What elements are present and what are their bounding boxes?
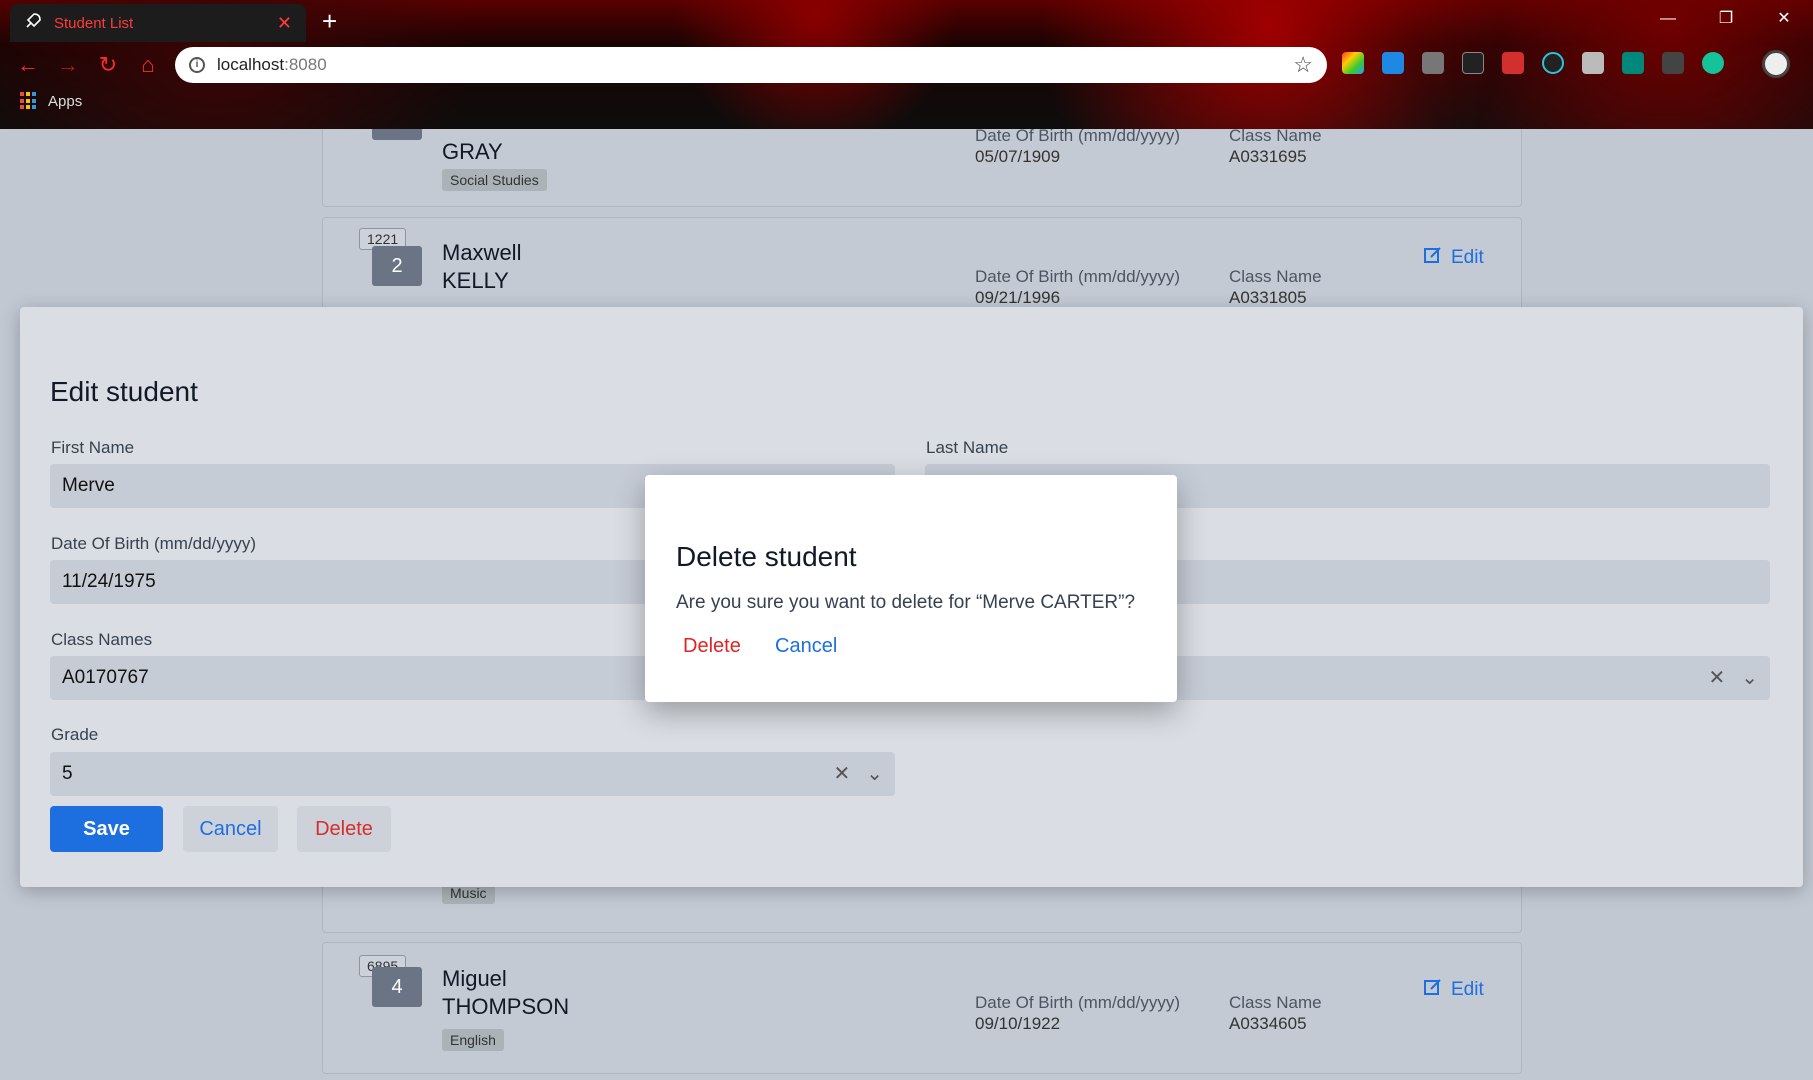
class-names-label: Class Names <box>51 630 153 649</box>
edit-button[interactable]: Edit <box>1423 245 1484 271</box>
address-bar[interactable]: i localhost:8080 ☆ <box>175 47 1327 83</box>
class-field: Class Name A0331805 <box>1229 267 1322 307</box>
student-first-name: Maxwell <box>442 240 522 265</box>
translate-extension-icon[interactable] <box>1582 52 1604 74</box>
modal-title: Edit student <box>50 376 198 407</box>
delete-button[interactable]: Delete <box>297 806 391 852</box>
save-button[interactable]: Save <box>50 806 163 852</box>
student-card: GRAY Social Studies Date Of Birth (mm/dd… <box>322 129 1522 207</box>
student-last-name: GRAY <box>442 139 503 164</box>
edit-button[interactable]: Edit <box>1423 977 1484 1003</box>
student-card: 6895 4 Miguel THOMPSON English Date Of B… <box>322 942 1522 1074</box>
confirm-delete-button[interactable]: Delete <box>683 635 741 658</box>
bookmarks-bar: Apps <box>20 92 82 110</box>
new-tab-icon[interactable]: + <box>322 6 337 37</box>
info-icon[interactable]: i <box>189 57 205 73</box>
subject-badge: English <box>442 1029 504 1051</box>
omega-extension-icon[interactable] <box>1462 52 1484 74</box>
tab-close-icon[interactable]: ✕ <box>277 13 292 34</box>
browser-tab[interactable]: Student List ✕ <box>10 4 306 42</box>
color-extension-icon[interactable] <box>1342 52 1364 74</box>
bag-extension-icon[interactable] <box>1662 52 1684 74</box>
url-text[interactable]: localhost:8080 <box>217 55 1281 75</box>
arrow-extension-icon[interactable] <box>1502 52 1524 74</box>
dob-label: Date Of Birth (mm/dd/yyyy) <box>51 534 256 553</box>
edit-icon <box>1423 245 1443 271</box>
minimize-icon[interactable]: — <box>1639 0 1697 38</box>
chevron-down-icon[interactable]: ⌄ <box>866 752 883 796</box>
clear-icon[interactable]: ✕ <box>833 752 850 796</box>
react-extension-icon[interactable] <box>1542 52 1564 74</box>
clear-icon[interactable]: ✕ <box>1708 656 1725 700</box>
student-number-badge <box>372 129 422 140</box>
student-first-name: Miguel <box>442 966 507 991</box>
grade-select[interactable]: 5 ✕ ⌄ <box>50 752 895 796</box>
window-close-icon[interactable]: ✕ <box>1755 0 1813 38</box>
confirm-message: Are you sure you want to delete for “Mer… <box>676 592 1136 613</box>
student-last-name: THOMPSON <box>442 994 570 1019</box>
dob-field: Date Of Birth (mm/dd/yyyy) 09/10/1922 <box>975 993 1180 1033</box>
reload-icon[interactable]: ↻ <box>88 52 128 78</box>
delete-confirm-modal: Delete student Are you sure you want to … <box>645 475 1177 702</box>
home-icon[interactable]: ⌂ <box>128 52 168 78</box>
apps-bookmark[interactable]: Apps <box>48 93 82 110</box>
back-icon[interactable]: ← <box>8 52 48 78</box>
student-number-badge: 4 <box>372 967 422 1007</box>
class-field: Class Name A0334605 <box>1229 993 1322 1033</box>
confirm-title: Delete student <box>676 541 857 572</box>
restore-icon[interactable]: ❐ <box>1697 0 1755 38</box>
apps-grid-icon[interactable] <box>20 92 38 110</box>
class-field: Class Name A0331695 <box>1229 129 1322 166</box>
bookmark-star-icon[interactable]: ☆ <box>1293 52 1313 78</box>
browser-toolbar: ← → ↻ ⌂ i localhost:8080 ☆ <box>0 44 1813 86</box>
last-name-label: Last Name <box>926 438 1009 457</box>
dob-field: Date Of Birth (mm/dd/yyyy) 09/21/1996 <box>975 267 1180 307</box>
first-name-label: First Name <box>51 438 135 457</box>
student-card: 1221 2 Maxwell KELLY Date Of Birth (mm/d… <box>322 217 1522 317</box>
profile-avatar[interactable] <box>1762 50 1790 78</box>
s-extension-icon[interactable] <box>1622 52 1644 74</box>
chevron-down-icon[interactable]: ⌄ <box>1741 656 1758 700</box>
tab-title: Student List <box>54 14 134 32</box>
forward-icon[interactable]: → <box>48 52 88 78</box>
gray-extension-icon[interactable] <box>1422 52 1444 74</box>
confirm-cancel-button[interactable]: Cancel <box>775 635 837 658</box>
student-last-name: KELLY <box>442 268 509 293</box>
cloud-extension-icon[interactable] <box>1382 52 1404 74</box>
window-controls: — ❐ ✕ <box>1639 0 1813 38</box>
cancel-button[interactable]: Cancel <box>183 806 278 852</box>
subject-badge: Social Studies <box>442 169 547 191</box>
browser-chrome: Student List ✕ + — ❐ ✕ ← → ↻ ⌂ i localho… <box>0 0 1813 129</box>
edit-icon <box>1423 977 1443 1003</box>
rocket-icon <box>24 12 42 35</box>
tab-bar: Student List ✕ + — ❐ ✕ <box>0 0 1813 42</box>
grade-label: Grade <box>51 725 99 744</box>
extensions-bar <box>1342 52 1724 74</box>
dob-field: Date Of Birth (mm/dd/yyyy) 05/07/1909 <box>975 129 1180 166</box>
student-list-page: GRAY Social Studies Date Of Birth (mm/dd… <box>0 129 1813 1080</box>
student-number-badge: 2 <box>372 246 422 286</box>
grammarly-icon[interactable] <box>1702 52 1724 74</box>
